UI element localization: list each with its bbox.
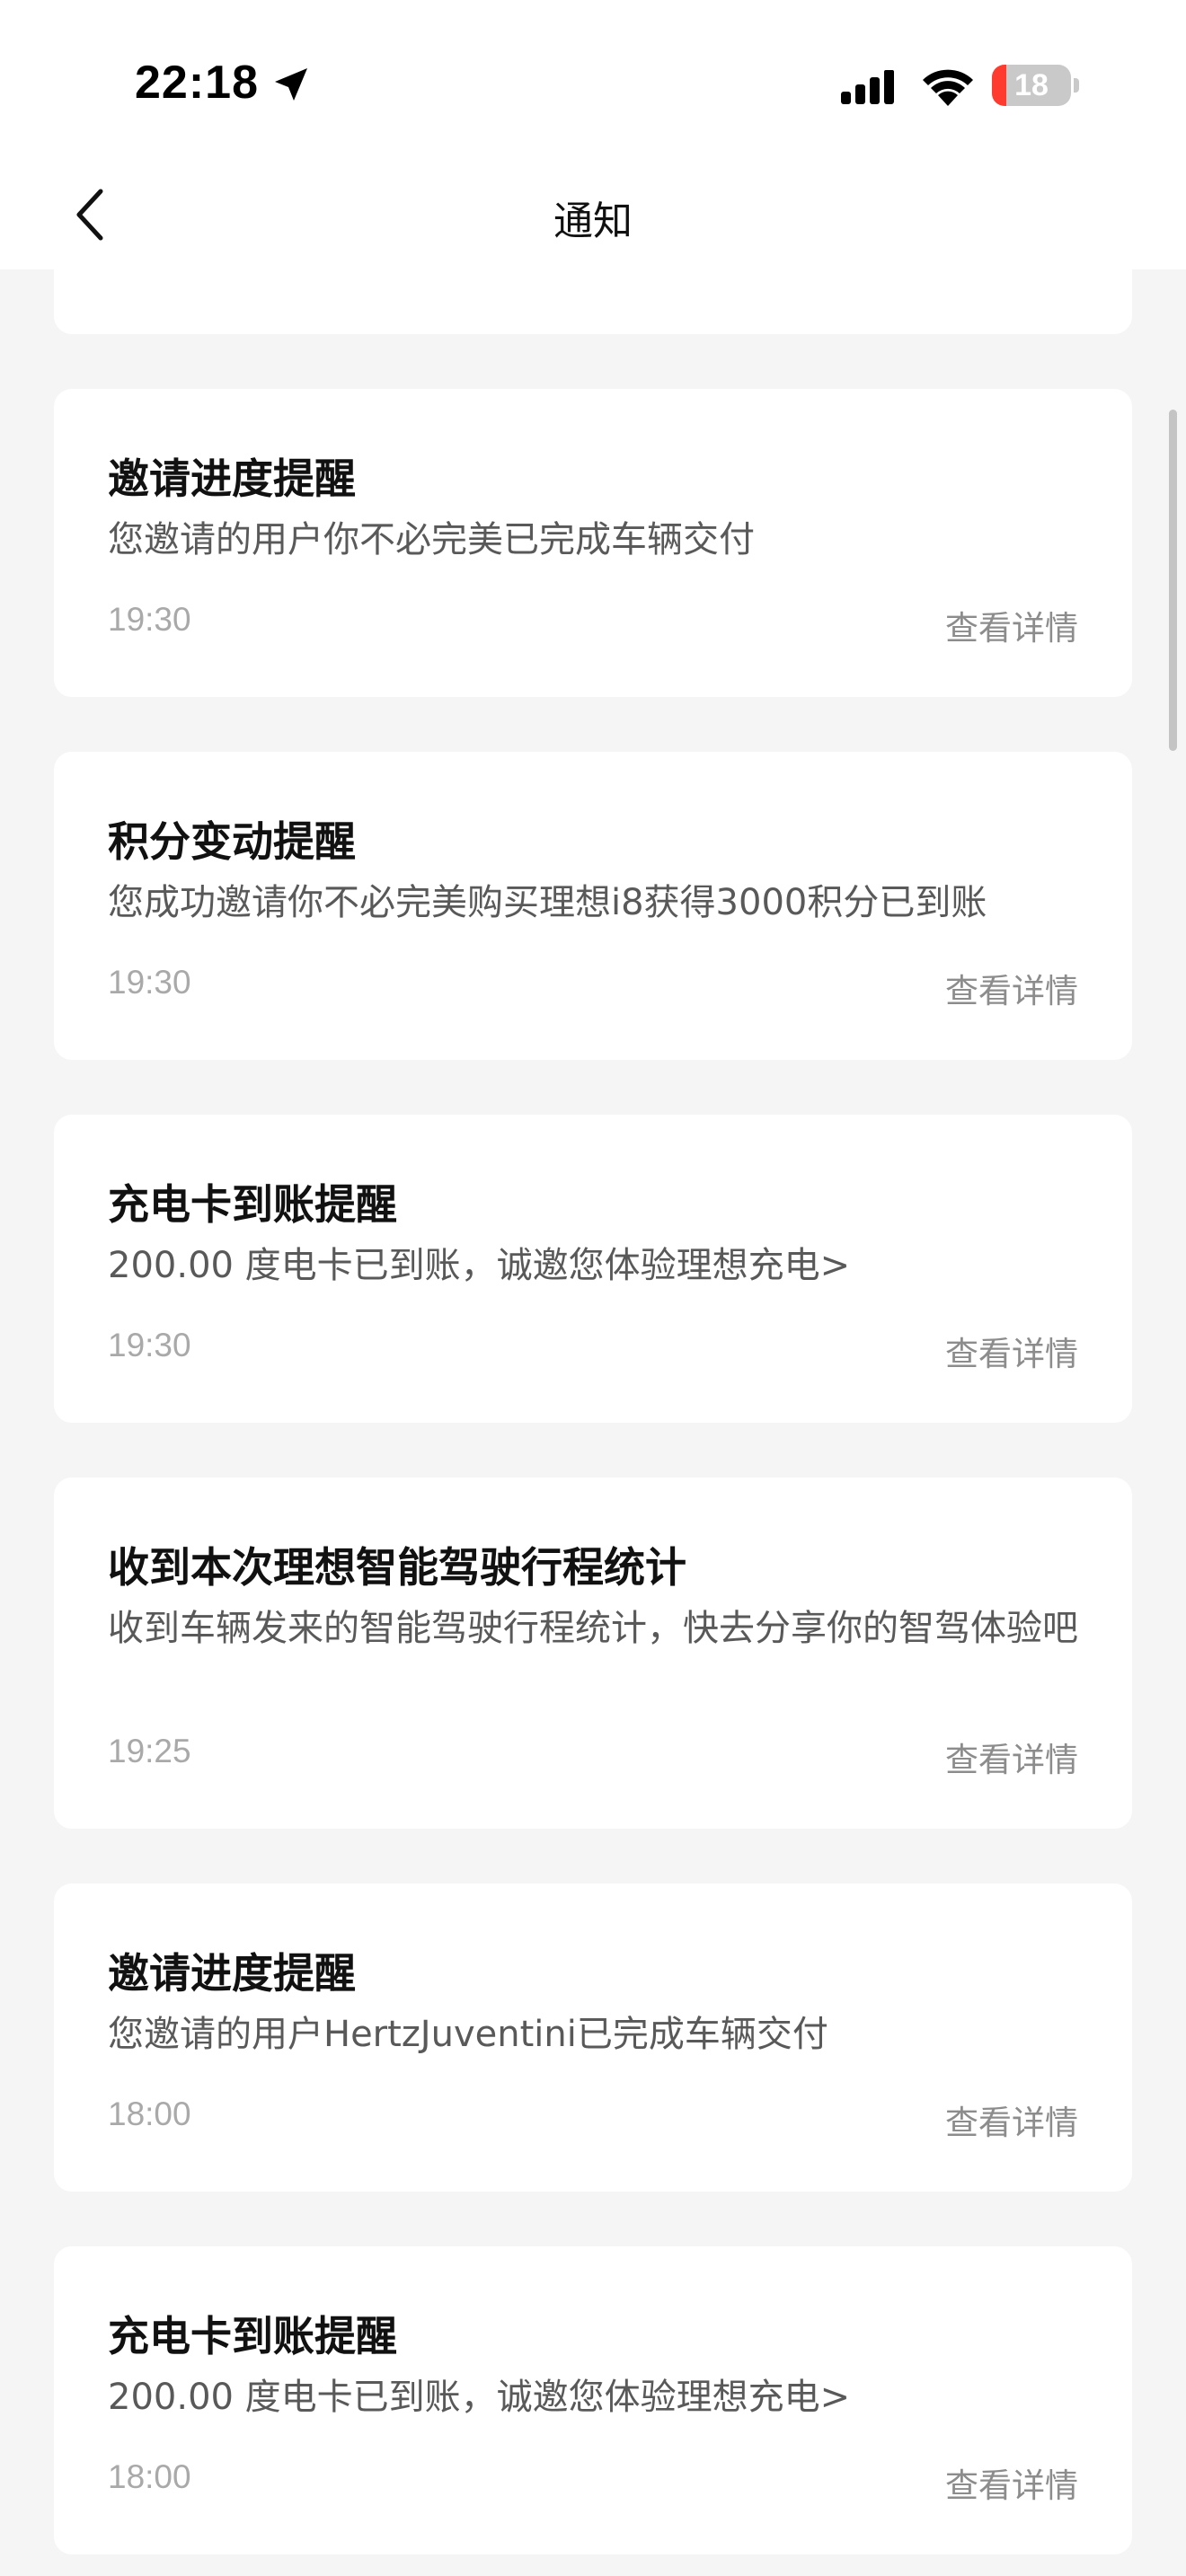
notification-title: 积分变动提醒 bbox=[108, 817, 356, 866]
notification-title: 邀请进度提醒 bbox=[108, 1949, 356, 1998]
battery-percentage: 18 bbox=[1014, 68, 1049, 102]
page-title: 通知 bbox=[553, 198, 633, 244]
notification-body: 您邀请的用户HertzJuventini已完成车辆交付 bbox=[108, 2014, 828, 2055]
battery-icon: 18 bbox=[992, 65, 1071, 106]
notification-time: 18:00 bbox=[108, 2095, 191, 2132]
scroll-indicator[interactable] bbox=[1169, 410, 1177, 751]
notification-title: 邀请进度提醒 bbox=[108, 454, 356, 503]
view-details-link[interactable]: 查看详情 bbox=[945, 601, 1078, 649]
notification-card[interactable]: 充电卡到账提醒 200.00 度电卡已到账，诚邀您体验理想充电> 19:30 查… bbox=[54, 1115, 1132, 1423]
notification-card[interactable]: 积分变动提醒 您成功邀请你不必完美购买理想i8获得3000积分已到账 19:30… bbox=[54, 752, 1132, 1060]
status-time: 22:18 bbox=[135, 57, 259, 109]
view-details-link[interactable]: 查看详情 bbox=[945, 2095, 1078, 2144]
view-details-link[interactable]: 查看详情 bbox=[945, 1733, 1078, 1781]
notification-body: 您成功邀请你不必完美购买理想i8获得3000积分已到账 bbox=[108, 882, 987, 923]
notification-card[interactable]: 充电卡到账提醒 200.00 度电卡已到账，诚邀您体验理想充电> 18:00 查… bbox=[54, 2246, 1132, 2554]
notification-body: 200.00 度电卡已到账，诚邀您体验理想充电> bbox=[108, 2377, 851, 2418]
notification-time: 19:30 bbox=[108, 1327, 191, 1363]
status-bar: 22:18 18 bbox=[0, 0, 1186, 162]
notification-body: 您邀请的用户你不必完美已完成车辆交付 bbox=[108, 519, 755, 560]
view-details-link[interactable]: 查看详情 bbox=[945, 964, 1078, 1012]
notification-card[interactable]: 收到本次理想智能驾驶行程统计 收到车辆发来的智能驾驶行程统计，快去分享你的智驾体… bbox=[54, 1478, 1132, 1829]
notification-card[interactable]: 邀请进度提醒 您邀请的用户HertzJuventini已完成车辆交付 18:00… bbox=[54, 1883, 1132, 2192]
navigation-bar: 通知 bbox=[0, 162, 1186, 269]
notification-body: 200.00 度电卡已到账，诚邀您体验理想充电> bbox=[108, 1245, 851, 1286]
cellular-signal-icon bbox=[841, 70, 894, 104]
location-arrow-icon bbox=[275, 68, 307, 101]
battery-cap bbox=[1074, 78, 1079, 93]
notification-time: 19:30 bbox=[108, 964, 191, 1001]
notification-card[interactable]: 邀请进度提醒 您邀请的用户你不必完美已完成车辆交付 19:30 查看详情 bbox=[54, 389, 1132, 697]
notification-title: 充电卡到账提醒 bbox=[108, 2312, 397, 2360]
notification-title: 充电卡到账提醒 bbox=[108, 1180, 397, 1229]
notification-time: 19:25 bbox=[108, 1733, 191, 1769]
notification-time: 18:00 bbox=[108, 2458, 191, 2495]
wifi-icon bbox=[923, 69, 973, 106]
notification-title: 收到本次理想智能驾驶行程统计 bbox=[108, 1543, 686, 1592]
view-details-link[interactable]: 查看详情 bbox=[945, 1327, 1078, 1375]
view-details-link[interactable]: 查看详情 bbox=[945, 2458, 1078, 2507]
notification-body: 收到车辆发来的智能驾驶行程统计，快去分享你的智驾体验吧 bbox=[108, 1608, 1078, 1649]
notification-time: 19:30 bbox=[108, 601, 191, 638]
